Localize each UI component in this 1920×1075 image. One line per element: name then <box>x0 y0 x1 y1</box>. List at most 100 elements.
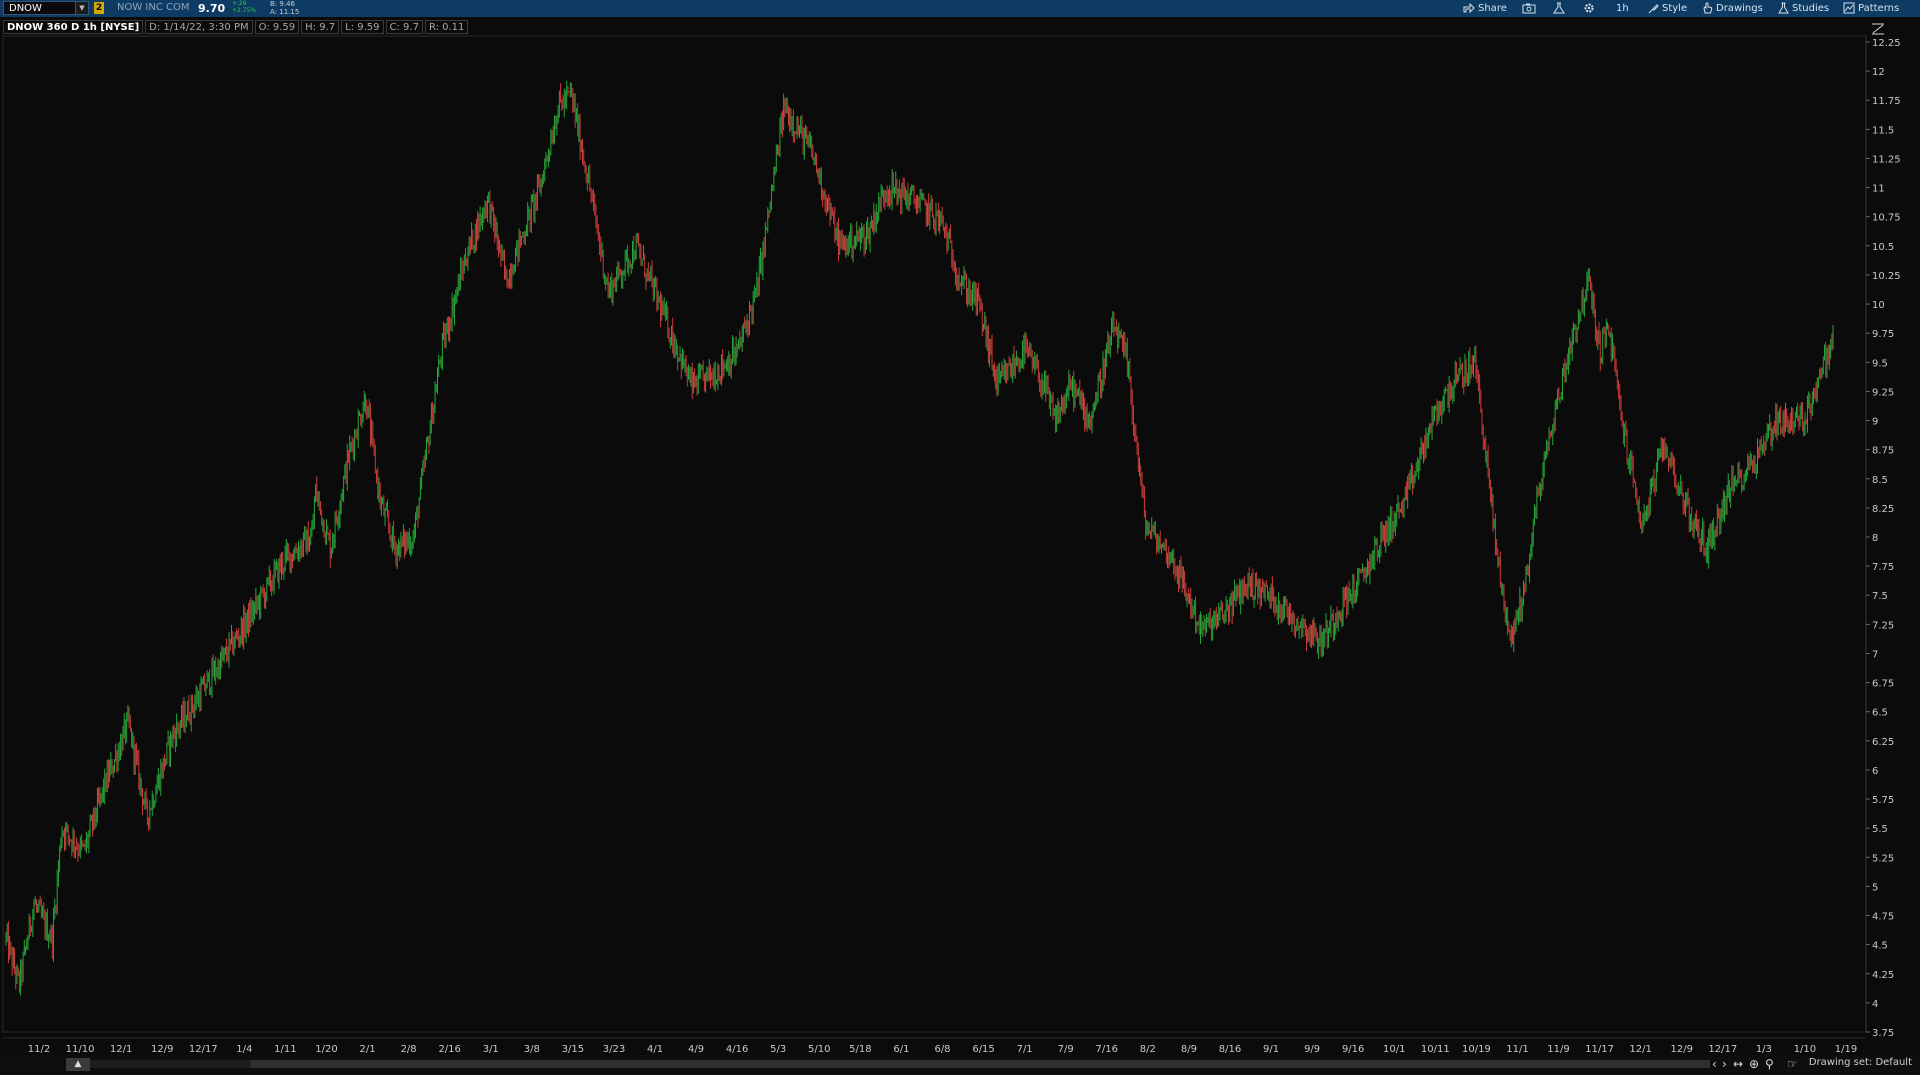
company-name: NOW INC COM <box>117 2 190 13</box>
collapse-panel-button[interactable]: ▲ <box>66 1058 90 1071</box>
zoom-icon[interactable]: ⚲ <box>1765 1057 1774 1071</box>
time-tick-label: 11/9 <box>1547 1044 1569 1055</box>
timeframe-label: 1h <box>1616 3 1629 14</box>
bar-open: O: 9.59 <box>254 20 300 34</box>
price-tick-label: 12 <box>1872 67 1885 78</box>
price-tick-label: 8.5 <box>1872 475 1888 486</box>
time-tick-label: 7/16 <box>1096 1044 1118 1055</box>
drawings-button[interactable]: Drawings <box>1702 0 1763 17</box>
studies-button[interactable]: Studies <box>1778 0 1829 17</box>
studies-flask-icon <box>1778 2 1789 14</box>
time-tick-label: 9/1 <box>1263 1044 1279 1055</box>
style-icon <box>1648 3 1659 13</box>
price-tick-label: 4 <box>1872 999 1878 1010</box>
price-tick-label: 6.25 <box>1872 737 1894 748</box>
price-tick-label: 7.25 <box>1872 620 1894 631</box>
style-label: Style <box>1662 3 1688 14</box>
pan-arrows-icon[interactable]: ↔ <box>1733 1057 1743 1071</box>
time-tick-label: 12/17 <box>189 1044 218 1055</box>
scroll-left-icon[interactable]: ‹ <box>1712 1057 1717 1071</box>
drawings-hand-icon <box>1703 2 1713 14</box>
scroll-right-icon[interactable]: › <box>1722 1057 1727 1071</box>
time-tick-label: 4/16 <box>726 1044 748 1055</box>
net-change: +.26 +2.75% <box>232 0 256 14</box>
price-tick-label: 8 <box>1872 533 1878 544</box>
axis-settings-icon[interactable] <box>1871 20 1885 35</box>
price-tick-label: 11 <box>1872 184 1885 195</box>
time-tick-label: 6/8 <box>934 1044 950 1055</box>
flask-icon[interactable] <box>1553 0 1565 17</box>
chart-info-bar: DNOW 360 D 1h [NYSE] D: 1/14/22, 3:30 PM… <box>3 20 470 34</box>
time-tick-label: 6/1 <box>893 1044 909 1055</box>
time-tick-label: 10/19 <box>1462 1044 1491 1055</box>
price-chart[interactable]: 12.25 12 11.75 11.5 11.25 11 10.75 10.5 10.25 10 9… <box>0 0 1920 1075</box>
link-group-badge[interactable]: 2 <box>94 2 104 14</box>
bar-low: L: 9.59 <box>341 20 384 34</box>
bid-ask: B: 9.46 A: 11.15 <box>270 0 299 16</box>
time-tick-label: 8/2 <box>1140 1044 1156 1055</box>
drawings-label: Drawings <box>1716 3 1763 14</box>
price-tick-label: 5.75 <box>1872 795 1894 806</box>
time-tick-label: 1/10 <box>1794 1044 1816 1055</box>
chart-title[interactable]: DNOW 360 D 1h [NYSE] <box>3 20 144 34</box>
bid-price: B: 9.46 <box>270 0 295 8</box>
candles <box>5 80 1834 996</box>
price-tick-label: 4.25 <box>1872 970 1894 981</box>
price-tick-label: 7 <box>1872 649 1878 660</box>
time-tick-label: 12/17 <box>1708 1044 1737 1055</box>
time-tick-label: 1/20 <box>315 1044 337 1055</box>
time-tick-label: 11/1 <box>1506 1044 1528 1055</box>
header-bar: DNOW ▼ 2 NOW INC COM 9.70 +.26 +2.75% B:… <box>0 0 1920 17</box>
symbol-text: DNOW <box>9 3 42 14</box>
time-tick-label: 8/9 <box>1181 1044 1197 1055</box>
time-tick-label: 10/1 <box>1383 1044 1405 1055</box>
price-tick-label: 12.25 <box>1872 38 1901 49</box>
price-tick-label: 10.25 <box>1872 271 1901 282</box>
time-tick-label: 11/2 <box>28 1044 50 1055</box>
price-tick-label: 5.25 <box>1872 853 1894 864</box>
chart-grid <box>2 35 1867 1033</box>
time-tick-label: 1/19 <box>1835 1044 1857 1055</box>
share-button[interactable]: Share <box>1463 0 1507 17</box>
time-tick-label: 4/1 <box>647 1044 663 1055</box>
price-tick-label: 11.5 <box>1872 125 1894 136</box>
price-tick-label: 5 <box>1872 882 1878 893</box>
drawing-set-label[interactable]: Drawing set: Default <box>1809 1057 1912 1068</box>
symbol-input[interactable]: DNOW ▼ <box>3 1 89 15</box>
change-percent: +2.75% <box>232 7 257 14</box>
price-tick-label: 11.25 <box>1872 154 1901 165</box>
price-tick-label: 7.5 <box>1872 591 1888 602</box>
time-tick-label: 2/1 <box>359 1044 375 1055</box>
price-tick-label: 6 <box>1872 766 1878 777</box>
time-tick-label: 10/11 <box>1421 1044 1450 1055</box>
last-price: 9.70 <box>198 2 226 15</box>
snapshot-icon[interactable] <box>1522 0 1536 17</box>
time-axis[interactable]: 11/2 11/10 12/1 12/9 12/17 1/4 1/11 1/20 2/1 2/8 2… <box>3 1037 1866 1055</box>
price-axis[interactable]: 12.25 12 11.75 11.5 11.25 11 10.75 10.5 10.25 10 9… <box>1865 36 1901 1039</box>
price-tick-label: 4.75 <box>1872 912 1894 923</box>
settings-gear-icon[interactable] <box>1583 0 1595 17</box>
price-tick-label: 5.5 <box>1872 824 1888 835</box>
crosshair-icon[interactable]: ⊕ <box>1749 1057 1759 1071</box>
price-tick-label: 9.25 <box>1872 387 1894 398</box>
cursor-hand-icon[interactable]: ☞ <box>1787 1057 1798 1071</box>
price-tick-label: 8.25 <box>1872 504 1894 515</box>
bar-range: R: 0.11 <box>424 20 469 34</box>
time-tick-label: 11/10 <box>66 1044 95 1055</box>
price-tick-label: 4.5 <box>1872 941 1888 952</box>
price-tick-label: 3.75 <box>1872 1028 1894 1039</box>
time-tick-label: 5/18 <box>849 1044 871 1055</box>
ask-price: A: 11.15 <box>270 8 300 16</box>
time-tick-label: 1/4 <box>236 1044 252 1055</box>
price-tick-label: 6.5 <box>1872 708 1888 719</box>
symbol-dropdown-icon[interactable]: ▼ <box>75 2 88 14</box>
time-tick-label: 5/3 <box>770 1044 786 1055</box>
plot-frame <box>2 35 1867 1033</box>
time-tick-label: 3/1 <box>483 1044 499 1055</box>
style-button[interactable]: Style <box>1648 0 1687 17</box>
time-scrollbar-thumb[interactable] <box>250 1060 1710 1068</box>
timeframe-button[interactable]: 1h <box>1616 0 1629 17</box>
time-tick-label: 3/8 <box>524 1044 540 1055</box>
time-tick-label: 2/16 <box>438 1044 460 1055</box>
patterns-button[interactable]: Patterns <box>1843 0 1899 17</box>
